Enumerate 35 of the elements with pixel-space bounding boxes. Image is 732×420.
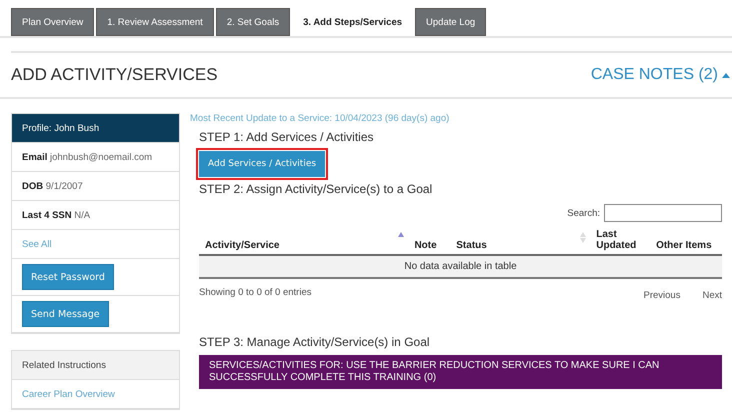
instruction-link[interactable]: Career Plan Overview bbox=[22, 388, 115, 400]
profile-field: Last 4 SSN N/A bbox=[22, 210, 90, 220]
search-label: Search: bbox=[567, 208, 600, 218]
profile-field: DOB 9/1/2007 bbox=[22, 180, 83, 192]
case-notes-link[interactable]: CASE NOTES (2) bbox=[590, 66, 718, 84]
entries-info: Showing 0 to 0 of 0 entries bbox=[199, 287, 312, 300]
column-header[interactable]: Other Items bbox=[656, 240, 716, 251]
see-all-link[interactable]: See All bbox=[22, 238, 52, 250]
profile-field: Email johnbush@noemail.com bbox=[22, 152, 152, 162]
goal-banner: SERVICES/ACTIVITIES FOR: USE THE BARRIER REDUCTION SERVICES TO MAKE SURE I CAN SUCCESSFULLY COMPLETE THIS TRAINING (0) bbox=[199, 355, 722, 389]
related-header: Related Instructions bbox=[12, 351, 179, 380]
tab[interactable]: 1. Review Assessment bbox=[96, 8, 214, 36]
column-header[interactable]: Status bbox=[456, 240, 584, 251]
caret-icon bbox=[722, 72, 730, 78]
step-heading: STEP 3: Manage Activity/Service(s) in Goal bbox=[198, 335, 431, 349]
profile-button[interactable]: Reset Password bbox=[22, 264, 114, 290]
column-header[interactable]: Activity/Service bbox=[205, 240, 402, 251]
tab[interactable]: Update Log bbox=[415, 8, 486, 36]
sort-ascending-icon bbox=[398, 232, 404, 237]
column-header[interactable]: Last Updated bbox=[596, 229, 644, 251]
empty-table-message: No data available in table bbox=[404, 261, 517, 272]
step-heading: STEP 1: Add Services / Activities bbox=[198, 130, 375, 144]
page-title: ADD ACTIVITY/SERVICES bbox=[11, 65, 218, 85]
tab[interactable]: Plan Overview bbox=[11, 8, 94, 36]
sort-icon bbox=[580, 232, 586, 243]
pager-link[interactable]: Next bbox=[702, 290, 722, 301]
profile-header: Profile: John Bush bbox=[12, 114, 179, 143]
column-header[interactable]: Note bbox=[414, 240, 444, 251]
pager-link[interactable]: Previous bbox=[643, 290, 680, 301]
profile-button[interactable]: Send Message bbox=[22, 301, 109, 327]
tab[interactable]: 2. Set Goals bbox=[216, 8, 290, 36]
recent-update-text: Most Recent Update to a Service: 10/04/2023 (96 day(s) ago) bbox=[190, 113, 450, 124]
add-services-button[interactable]: Add Services / Activities bbox=[199, 151, 326, 177]
search-field[interactable] bbox=[604, 204, 722, 222]
step-heading: STEP 2: Assign Activity/Service(s) to a Goal bbox=[198, 182, 434, 196]
